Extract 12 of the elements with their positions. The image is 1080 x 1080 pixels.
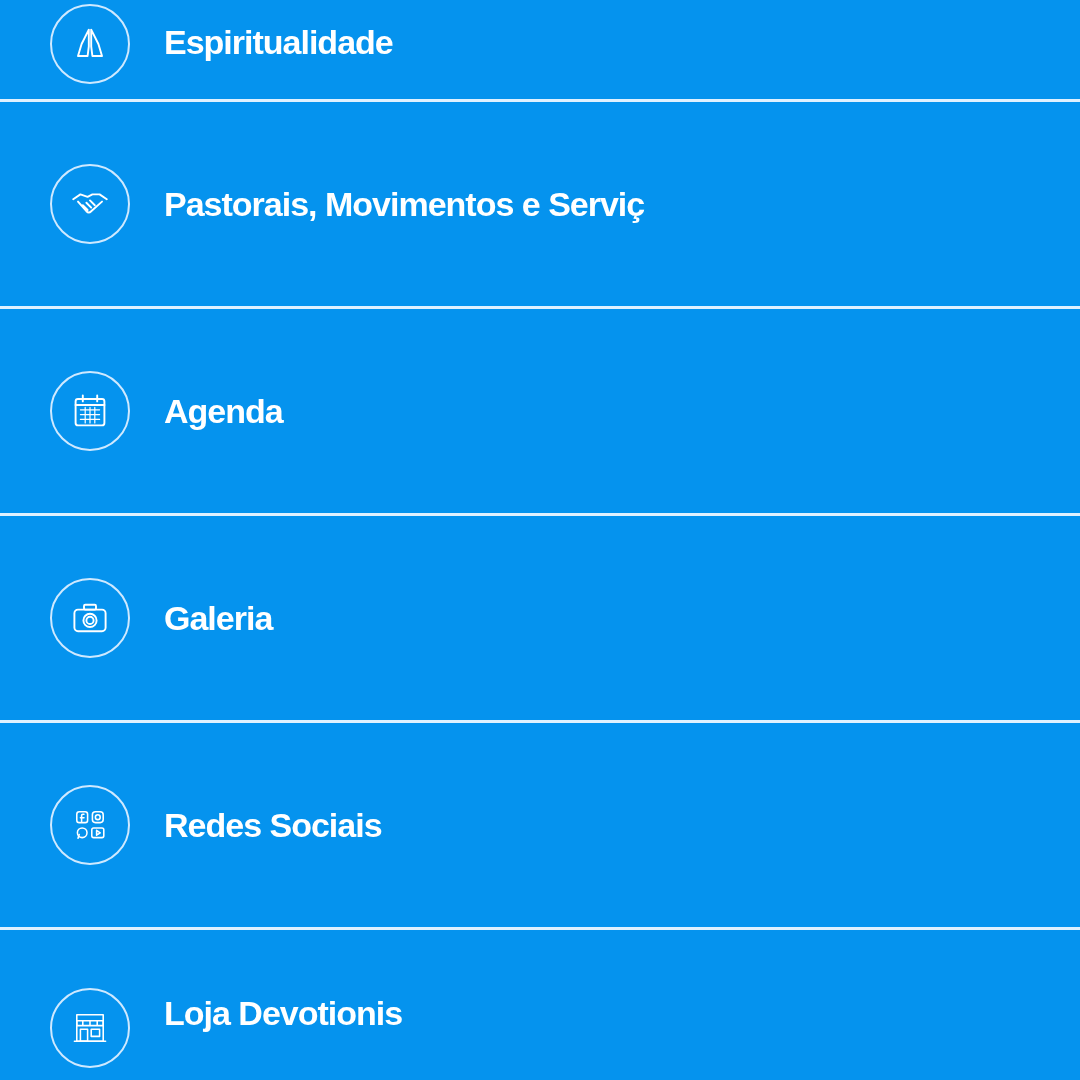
menu-label: Galeria (164, 597, 273, 639)
social-media-icon (50, 785, 130, 865)
calendar-icon (50, 371, 130, 451)
handshake-icon (50, 164, 130, 244)
store-icon (50, 988, 130, 1068)
menu-label: Espiritualidade (164, 22, 393, 62)
camera-icon (50, 578, 130, 658)
praying-hands-icon (50, 4, 130, 84)
menu-label: Loja Devotionis (164, 993, 403, 1034)
menu-label: Redes Sociais (164, 804, 382, 846)
menu-label: Agenda (164, 390, 283, 432)
menu-label: Pastorais, Movimentos e Serviç (164, 183, 645, 225)
